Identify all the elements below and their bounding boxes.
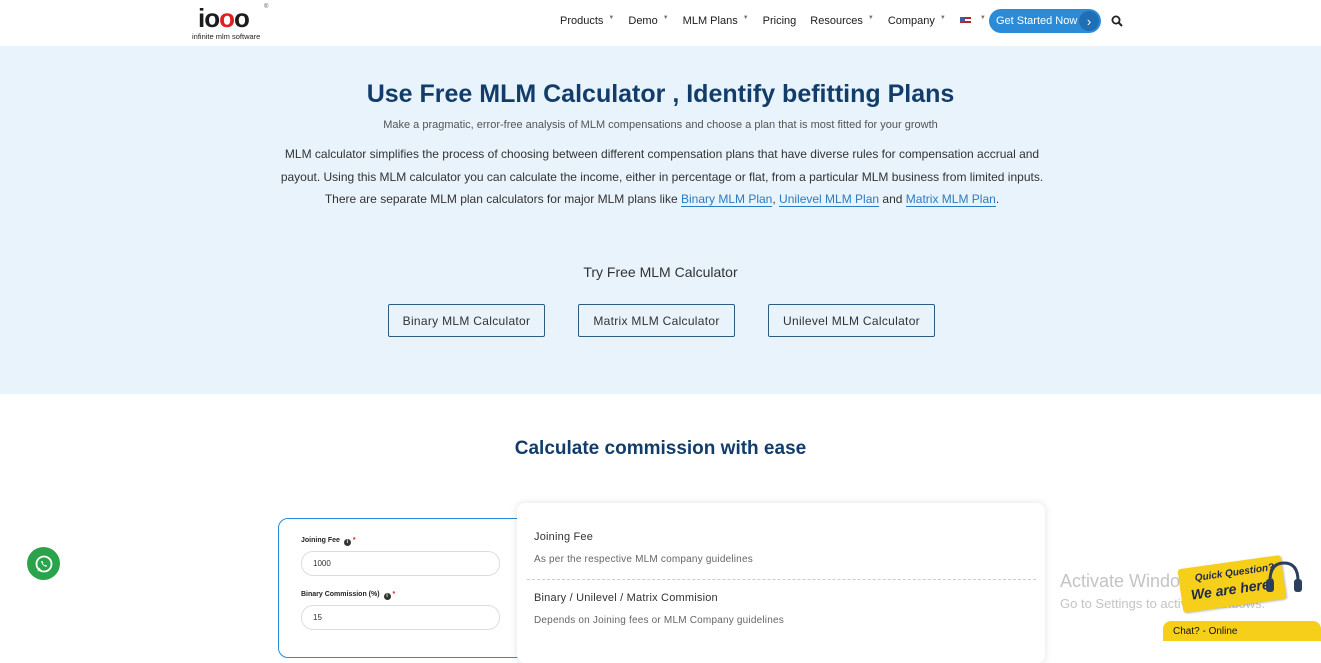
nav-label: Company — [887, 15, 935, 27]
commission-section-title: Calculate commission with ease — [514, 438, 807, 459]
hero-section: Use Free MLM Calculator , Identify befit… — [0, 46, 1321, 394]
nav-label: Demo — [628, 15, 658, 27]
chevron-right-icon: › — [1079, 11, 1099, 31]
cta-label: Get Started Now — [996, 15, 1078, 27]
caret-down-icon: ▼ — [742, 15, 749, 21]
info-text-commission: Depends on Joining fees or MLM Company g… — [534, 615, 784, 626]
info-heading-joining-fee: Joining Fee — [534, 531, 594, 543]
matrix-plan-link[interactable]: Matrix MLM Plan — [905, 192, 996, 207]
caret-down-icon: ▼ — [662, 15, 669, 21]
label-text: Binary Commission (%) — [301, 591, 380, 598]
joining-fee-input[interactable]: 1000 — [301, 551, 500, 576]
chat-online-bar[interactable]: Chat? - Online — [1163, 621, 1321, 641]
site-header: iooo ® infinite mlm software Products ▼ D… — [0, 0, 1321, 46]
nav-pricing[interactable]: Pricing — [763, 15, 797, 27]
logo-tagline: infinite mlm software — [192, 32, 261, 41]
headset-icon — [1266, 561, 1302, 592]
nav-resources[interactable]: Resources ▼ — [810, 15, 874, 27]
info-icon[interactable]: i — [343, 539, 351, 546]
hero-title: Use Free MLM Calculator , Identify befit… — [366, 80, 955, 108]
language-selector[interactable]: ▼ — [959, 15, 986, 25]
registered-mark: ® — [264, 4, 269, 10]
main-nav: Products ▼ Demo ▼ MLM Plans ▼ Pricing Resou… — [560, 0, 1000, 42]
nav-mlm-plans[interactable]: MLM Plans ▼ — [683, 15, 749, 27]
nav-company[interactable]: Company ▼ — [888, 15, 946, 27]
nav-demo[interactable]: Demo ▼ — [628, 15, 668, 27]
info-text-joining-fee: As per the respective MLM company guidel… — [534, 554, 753, 565]
logo-mark: iooo — [198, 3, 250, 33]
info-icon[interactable]: i — [383, 593, 391, 600]
label-text: Joining Fee — [301, 537, 340, 544]
try-calculator-label: Try Free MLM Calculator — [583, 264, 738, 280]
logo[interactable]: iooo ® infinite mlm software — [192, 4, 276, 42]
nav-products[interactable]: Products ▼ — [560, 15, 614, 27]
divider — [527, 579, 1036, 580]
matrix-calculator-button[interactable]: Matrix MLM Calculator — [578, 304, 735, 337]
nav-label: Pricing — [762, 15, 797, 27]
joining-fee-label: Joining Fee i * — [301, 537, 356, 546]
whatsapp-button[interactable] — [27, 547, 60, 580]
unilevel-plan-link[interactable]: Unilevel MLM Plan — [779, 192, 880, 207]
binary-commission-input[interactable]: 15 — [301, 605, 500, 630]
unilevel-calculator-button[interactable]: Unilevel MLM Calculator — [768, 304, 935, 337]
us-flag-icon — [959, 17, 971, 25]
required-mark: * — [352, 537, 356, 544]
binary-commission-label: Binary Commission (%) i * — [301, 591, 395, 600]
required-mark: * — [392, 591, 396, 598]
caret-down-icon: ▼ — [979, 15, 986, 21]
nav-label: Products — [560, 15, 604, 27]
info-heading-commission: Binary / Unilevel / Matrix Commision — [534, 592, 718, 604]
nav-label: MLM Plans — [682, 15, 738, 27]
connector-text: and — [882, 192, 903, 206]
get-started-button[interactable]: Get Started Now › — [989, 9, 1101, 33]
whatsapp-icon — [35, 555, 52, 572]
calculator-form: Joining Fee i * 1000 Binary Commission (%… — [278, 518, 528, 658]
binary-plan-link[interactable]: Binary MLM Plan — [680, 192, 773, 207]
caret-down-icon: ▼ — [867, 15, 874, 21]
caret-down-icon: ▼ — [939, 15, 946, 21]
hero-description: MLM calculator simplifies the process of… — [280, 147, 1044, 207]
binary-calculator-button[interactable]: Binary MLM Calculator — [388, 304, 545, 337]
caret-down-icon: ▼ — [608, 15, 615, 21]
search-icon[interactable] — [1111, 15, 1123, 27]
hero-subtitle: Make a pragmatic, error-free analysis of… — [383, 119, 938, 131]
period-text: . — [995, 192, 1000, 206]
nav-label: Resources — [810, 15, 863, 27]
info-panel: Joining Fee As per the respective MLM co… — [517, 503, 1045, 663]
